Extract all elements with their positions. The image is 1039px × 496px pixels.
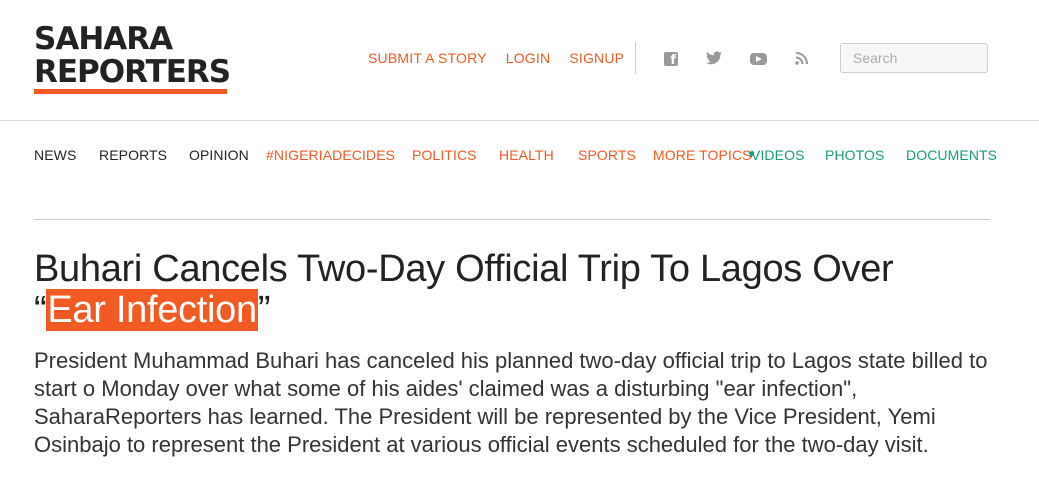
site-logo[interactable]: SAHARA REPORTERS (34, 21, 231, 94)
login-link[interactable]: LOGIN (506, 50, 551, 66)
nav-nigeriadecides[interactable]: #NIGERIADECIDES (266, 147, 395, 163)
logo-line-2: REPORTERS (34, 54, 231, 90)
nav-opinion[interactable]: OPINION (189, 147, 249, 163)
nav-documents[interactable]: DOCUMENTS (906, 147, 997, 163)
article-title: Buhari Cancels Two-Day Official Trip To … (34, 249, 1004, 331)
title-highlight: Ear Infection (46, 289, 258, 331)
nav-photos[interactable]: PHOTOS (825, 147, 884, 163)
nav-reports[interactable]: REPORTS (99, 147, 167, 163)
youtube-icon[interactable] (750, 53, 767, 65)
header-divider-line (0, 120, 1039, 121)
title-open-quote: “ (34, 289, 47, 331)
header-divider (635, 42, 636, 74)
article-lead: President Muhammad Buhari has canceled h… (34, 348, 988, 457)
submit-story-link[interactable]: SUBMIT A STORY (368, 50, 487, 66)
nav-sports[interactable]: SPORTS (578, 147, 636, 163)
social-links (664, 51, 839, 68)
title-close-quote: ” (257, 289, 271, 331)
nav-more-topics[interactable]: MORE TOPICS (653, 147, 752, 163)
search-input[interactable] (840, 43, 988, 73)
rss-icon[interactable] (795, 51, 811, 67)
nav-health[interactable]: HEALTH (499, 147, 554, 163)
article-title-main: Buhari Cancels Two-Day Official Trip To … (34, 248, 894, 290)
nav-videos[interactable]: VIDEOS (751, 147, 805, 163)
facebook-icon[interactable] (664, 52, 678, 68)
nav-news[interactable]: NEWS (34, 147, 76, 163)
logo-line-1: SAHARA (34, 21, 173, 57)
top-links: SUBMIT A STORY LOGIN SIGNUP (368, 50, 643, 66)
signup-link[interactable]: SIGNUP (569, 50, 624, 66)
twitter-icon[interactable] (706, 51, 722, 67)
nav-divider-line (34, 219, 990, 220)
nav-politics[interactable]: POLITICS (412, 147, 477, 163)
main-nav: NEWS REPORTS OPINION #NIGERIADECIDES POL… (0, 147, 1039, 167)
